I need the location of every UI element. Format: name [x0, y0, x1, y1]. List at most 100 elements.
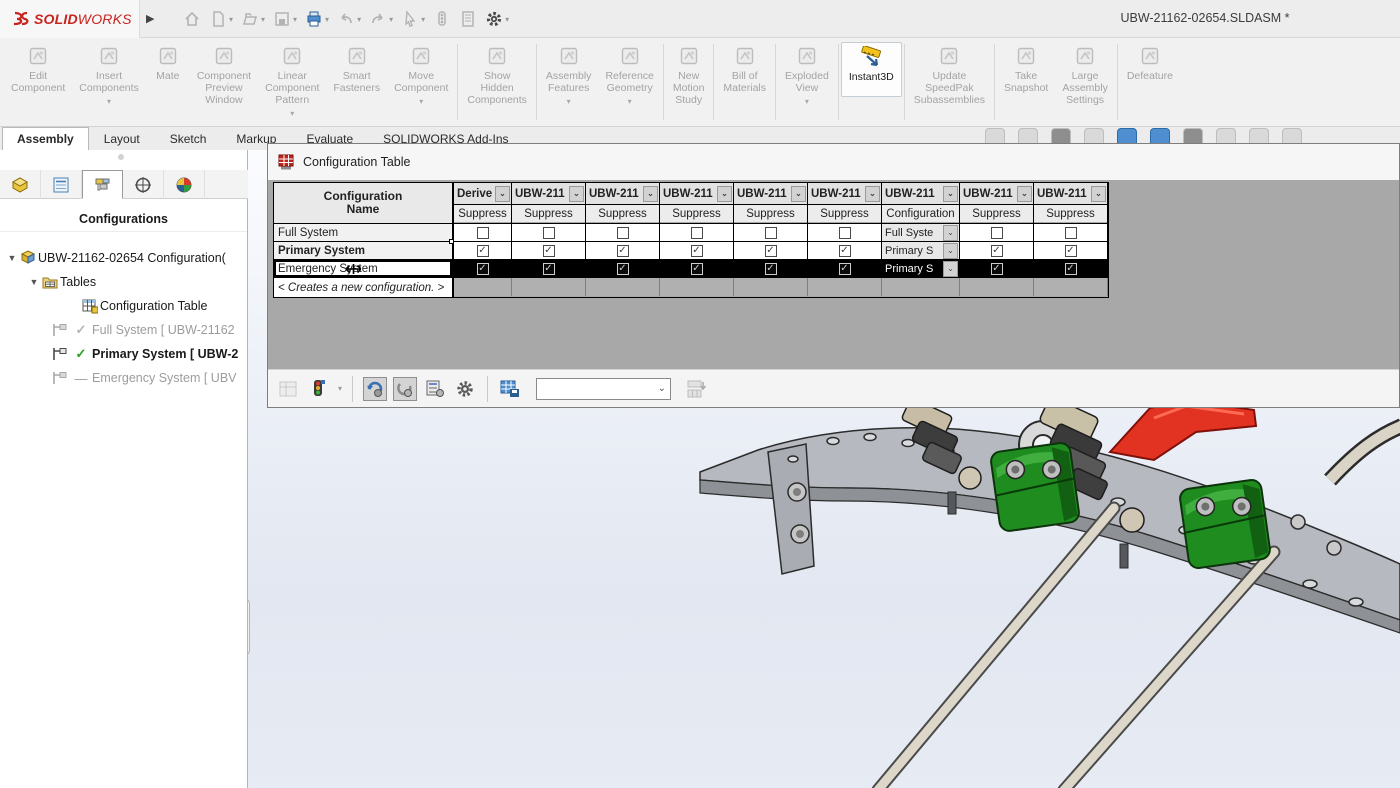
expand-arrow-icon[interactable]: ▼: [28, 277, 40, 287]
undo-button[interactable]: ▾: [334, 6, 364, 32]
suppress-cell[interactable]: ✓: [660, 260, 734, 277]
suppress-cell[interactable]: ✓: [454, 242, 512, 259]
move-component-button[interactable]: Move Component▾: [387, 42, 455, 107]
component-header[interactable]: UBW-211⌄: [882, 183, 959, 205]
tab-dimxpert-manager[interactable]: [123, 170, 164, 199]
exploded-view-button[interactable]: Exploded View▾: [778, 42, 836, 107]
select-dropdown-icon[interactable]: ▾: [421, 15, 425, 24]
logo-expand-icon[interactable]: ▶: [146, 12, 154, 25]
tree-item-full-system[interactable]: ✓Full System [ UBW-21162: [0, 318, 247, 342]
tree-item-ubw-21162-02654-configuration[interactable]: ▼UBW-21162-02654 Configuration(: [0, 246, 247, 270]
suppress-checkbox[interactable]: [839, 227, 851, 239]
suppress-checkbox[interactable]: ✓: [543, 245, 555, 257]
header-dropdown-icon[interactable]: ⌄: [943, 186, 958, 202]
tab-assembly[interactable]: Assembly: [2, 127, 89, 150]
tree-item-emergency-system[interactable]: —Emergency System [ UBV: [0, 366, 247, 390]
view-tool-icon[interactable]: [1084, 128, 1104, 143]
undo-dropdown-icon[interactable]: ▾: [357, 15, 361, 24]
suppress-checkbox[interactable]: ✓: [477, 245, 489, 257]
suppress-cell[interactable]: ✓: [734, 242, 808, 259]
suppress-checkbox[interactable]: ✓: [991, 263, 1003, 275]
suppress-checkbox[interactable]: [1065, 227, 1077, 239]
suppress-cell[interactable]: ✓: [808, 260, 882, 277]
suppress-cell[interactable]: ✓: [1034, 260, 1108, 277]
defeature-button[interactable]: Defeature: [1120, 42, 1180, 95]
suppress-checkbox[interactable]: [477, 227, 489, 239]
header-dropdown-icon[interactable]: ⌄: [1091, 186, 1106, 202]
suppress-cell[interactable]: ✓: [660, 242, 734, 259]
header-dropdown-icon[interactable]: ⌄: [1017, 186, 1032, 202]
component-header[interactable]: UBW-211⌄: [734, 183, 807, 205]
linear-component-pattern-dropdown-icon[interactable]: ▾: [290, 109, 294, 119]
options-button[interactable]: ▾: [482, 6, 512, 32]
print-button[interactable]: ▾: [302, 6, 332, 32]
suppress-cell[interactable]: ✓: [512, 242, 586, 259]
config-name-cell[interactable]: Full System: [274, 224, 454, 241]
cell-dropdown-icon[interactable]: ⌄: [943, 243, 958, 259]
open-dropdown-icon[interactable]: ▾: [261, 15, 265, 24]
component-header[interactable]: Derive⌄: [454, 183, 511, 205]
suppress-cell[interactable]: ✓: [960, 242, 1034, 259]
insert-components-dropdown-icon[interactable]: ▾: [107, 97, 111, 107]
suppress-checkbox[interactable]: [543, 227, 555, 239]
table-settings-button[interactable]: [453, 377, 477, 401]
suppress-cell[interactable]: [660, 224, 734, 241]
suppress-cell[interactable]: [1034, 224, 1108, 241]
tree-item-tables[interactable]: ▼Tables: [0, 270, 247, 294]
auto-rebuild-toggle[interactable]: [363, 377, 387, 401]
component-header[interactable]: UBW-211⌄: [586, 183, 659, 205]
component-header[interactable]: UBW-211⌄: [1034, 183, 1107, 205]
suppress-checkbox[interactable]: ✓: [477, 263, 489, 275]
header-dropdown-icon[interactable]: ⌄: [495, 186, 510, 202]
component-header[interactable]: UBW-211⌄: [960, 183, 1033, 205]
update-speedpak-subassemblies-button[interactable]: Update SpeedPak Subassemblies: [907, 42, 992, 119]
configuration-cell[interactable]: Primary S⌄: [882, 260, 960, 277]
suppress-checkbox[interactable]: ✓: [543, 263, 555, 275]
tree-item-primary-system[interactable]: ✓Primary System [ UBW-2: [0, 342, 247, 366]
tab-feature-manager[interactable]: [0, 170, 41, 199]
suppress-checkbox[interactable]: [765, 227, 777, 239]
reference-geometry-button[interactable]: Reference Geometry▾: [598, 42, 660, 107]
suppress-checkbox[interactable]: ✓: [765, 245, 777, 257]
suppress-checkbox[interactable]: ✓: [991, 245, 1003, 257]
redo-button[interactable]: ▾: [366, 6, 396, 32]
component-header[interactable]: UBW-211⌄: [808, 183, 881, 205]
assembly-features-dropdown-icon[interactable]: ▾: [567, 97, 571, 107]
component-header[interactable]: UBW-211⌄: [512, 183, 585, 205]
parameters-list-button[interactable]: [423, 377, 447, 401]
new-file-button[interactable]: ▾: [206, 6, 236, 32]
preview-toggle[interactable]: [393, 377, 417, 401]
suppress-cell[interactable]: ✓: [1034, 242, 1108, 259]
header-dropdown-icon[interactable]: ⌄: [569, 186, 584, 202]
suppress-cell[interactable]: [734, 224, 808, 241]
suppress-cell[interactable]: [586, 224, 660, 241]
take-snapshot-button[interactable]: Take Snapshot: [997, 42, 1055, 107]
cell-dropdown-icon[interactable]: ⌄: [943, 261, 958, 277]
rebuild-control-button[interactable]: [306, 377, 330, 401]
redo-dropdown-icon[interactable]: ▾: [389, 15, 393, 24]
header-dropdown-icon[interactable]: ⌄: [643, 186, 658, 202]
suppress-checkbox[interactable]: ✓: [617, 245, 629, 257]
view-tool-icon[interactable]: [1018, 128, 1038, 143]
save-button[interactable]: ▾: [270, 6, 300, 32]
smart-fasteners-button[interactable]: Smart Fasteners: [326, 42, 387, 107]
reference-geometry-dropdown-icon[interactable]: ▾: [628, 97, 632, 107]
suppress-checkbox[interactable]: [991, 227, 1003, 239]
tab-property-manager[interactable]: [41, 170, 82, 199]
view-tool-icon[interactable]: [1051, 128, 1071, 143]
suppress-checkbox[interactable]: ✓: [691, 245, 703, 257]
suppress-checkbox[interactable]: ✓: [839, 263, 851, 275]
configuration-filter-combo[interactable]: ⌄: [536, 378, 671, 400]
bill-of-materials-button[interactable]: Bill of Materials: [716, 42, 773, 107]
large-assembly-settings-button[interactable]: Large Assembly Settings: [1055, 42, 1115, 119]
header-dropdown-icon[interactable]: ⌄: [865, 186, 880, 202]
view-tool-icon[interactable]: [1249, 128, 1269, 143]
viewport-splitter-handle[interactable]: [248, 598, 250, 656]
edit-component-button[interactable]: Edit Component: [4, 42, 72, 107]
tab-display-manager[interactable]: [164, 170, 205, 199]
header-dropdown-icon[interactable]: ⌄: [791, 186, 806, 202]
component-preview-window-button[interactable]: Component Preview Window: [190, 42, 258, 119]
suppress-checkbox[interactable]: ✓: [691, 263, 703, 275]
new-configuration-row[interactable]: < Creates a new configuration. >: [274, 277, 1108, 297]
rebuild-dropdown-icon[interactable]: ▾: [338, 384, 342, 393]
